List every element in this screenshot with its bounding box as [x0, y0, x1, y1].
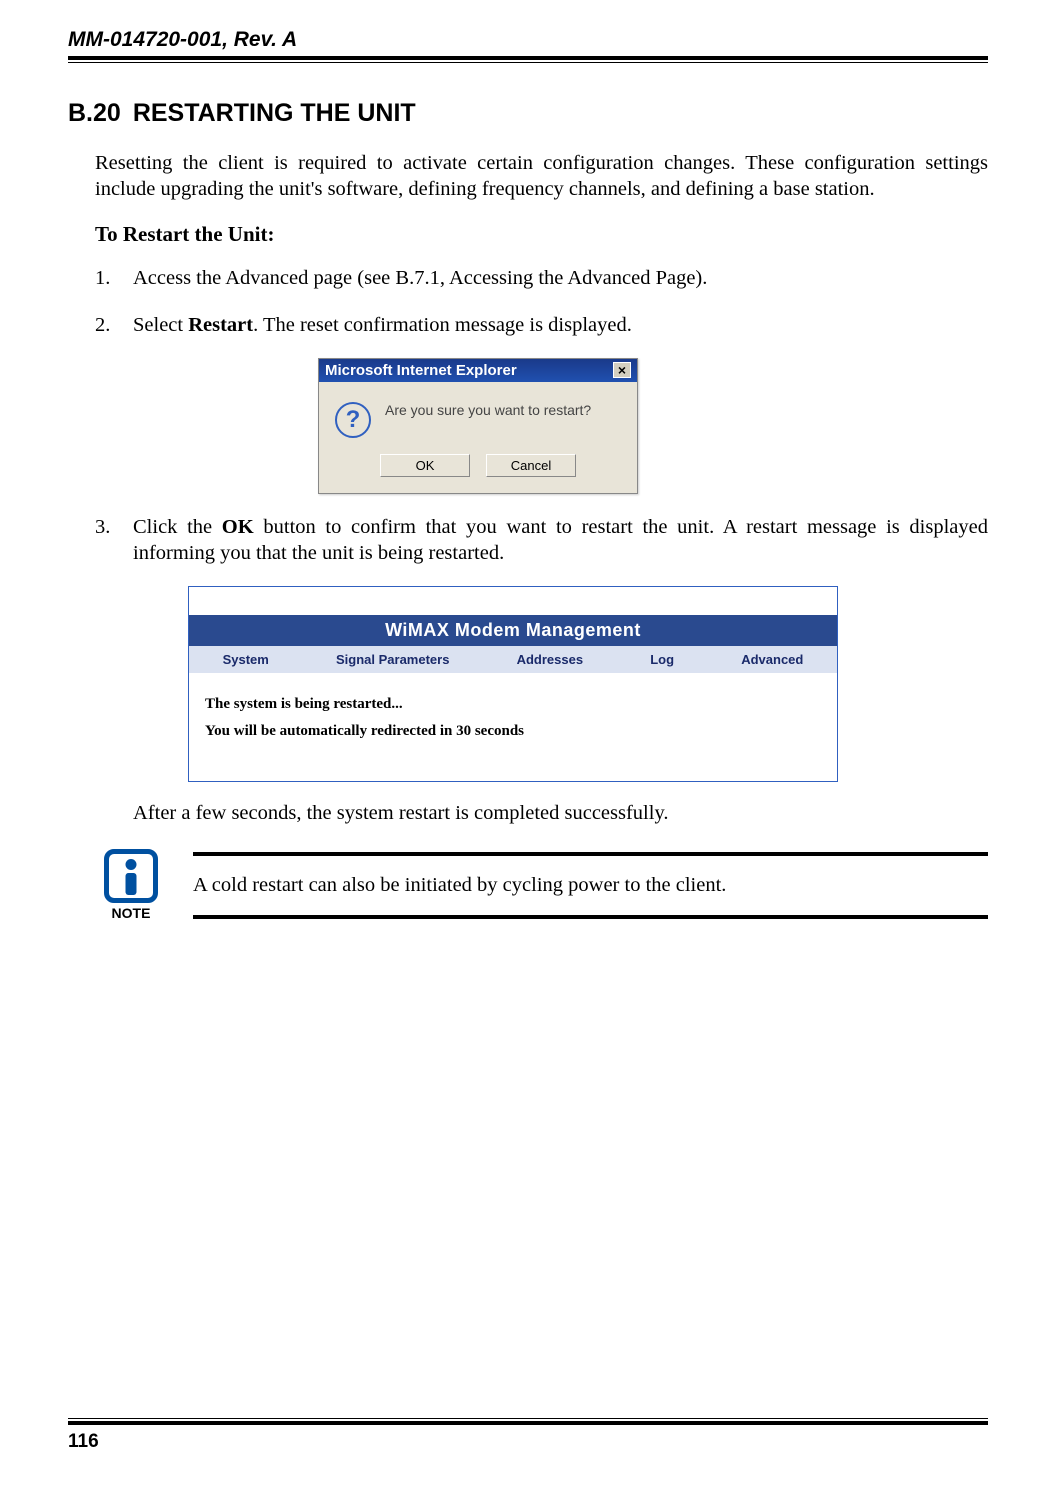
dialog-message: Are you sure you want to restart? [385, 402, 591, 418]
step-3: Click the OK button to confirm that you … [95, 514, 988, 566]
step-2-post: . The reset confirmation message is disp… [253, 314, 632, 336]
step-3-bold: OK [222, 516, 254, 538]
tab-advanced[interactable]: Advanced [741, 652, 803, 667]
cancel-button[interactable]: Cancel [486, 454, 576, 477]
mgmt-line-1: The system is being restarted... [205, 691, 821, 718]
procedure-list: Access the Advanced page (see B.7.1, Acc… [95, 265, 988, 337]
dialog-title-text: Microsoft Internet Explorer [325, 362, 517, 379]
tab-signal-parameters[interactable]: Signal Parameters [336, 652, 449, 667]
section-heading: B.20 RESTARTING THE UNIT [68, 99, 988, 128]
info-icon-dot [126, 859, 137, 870]
footer-rule-thin [68, 1418, 988, 1419]
mgmt-line-2: You will be automatically redirected in … [205, 718, 821, 745]
step-2-bold: Restart [188, 314, 253, 336]
footer-rule-thick [68, 1421, 988, 1425]
tab-system[interactable]: System [223, 652, 269, 667]
dialog-button-row: OK Cancel [319, 450, 637, 493]
confirm-dialog: Microsoft Internet Explorer × Are you su… [318, 358, 638, 494]
mgmt-body: The system is being restarted... You wil… [189, 673, 837, 781]
note-block: NOTE A cold restart can also be initiate… [95, 849, 988, 921]
tab-log[interactable]: Log [650, 652, 674, 667]
step-1-text: Access the Advanced page (see B.7.1, Acc… [133, 267, 707, 289]
info-icon [104, 849, 158, 903]
step-1: Access the Advanced page (see B.7.1, Acc… [95, 265, 988, 291]
document-id: MM-014720-001, Rev. A [68, 28, 988, 52]
dialog-titlebar: Microsoft Internet Explorer × [319, 359, 637, 382]
mgmt-top-gap [189, 587, 837, 615]
intro-paragraph: Resetting the client is required to acti… [95, 150, 988, 202]
after-restart-text: After a few seconds, the system restart … [133, 802, 988, 825]
step-3-post: button to confirm that you want to resta… [133, 516, 988, 564]
page-number: 116 [68, 1431, 988, 1453]
question-icon [335, 402, 371, 438]
note-text: A cold restart can also be initiated by … [193, 856, 988, 915]
dialog-body: Are you sure you want to restart? [319, 382, 637, 450]
header-rule-thin [68, 62, 988, 63]
section-title: RESTARTING THE UNIT [133, 99, 416, 128]
header-rule-thick [68, 56, 988, 60]
note-content: A cold restart can also be initiated by … [193, 852, 988, 919]
step-2: Select Restart. The reset confirmation m… [95, 312, 988, 338]
ok-button[interactable]: OK [380, 454, 470, 477]
note-icon-column: NOTE [95, 849, 167, 921]
note-rule-bottom [193, 915, 988, 919]
procedure-list-cont: Click the OK button to confirm that you … [95, 514, 988, 566]
step-3-pre: Click the [133, 516, 222, 538]
section-number: B.20 [68, 99, 121, 128]
mgmt-nav: System Signal Parameters Addresses Log A… [189, 646, 837, 673]
page-header: MM-014720-001, Rev. A [68, 0, 988, 63]
procedure-subheading: To Restart the Unit: [95, 222, 988, 247]
step-2-pre: Select [133, 314, 188, 336]
close-icon[interactable]: × [613, 362, 631, 378]
mgmt-title-bar: WiMAX Modem Management [189, 615, 837, 646]
tab-addresses[interactable]: Addresses [517, 652, 583, 667]
note-label: NOTE [95, 905, 167, 921]
info-icon-stem [126, 873, 137, 895]
page-footer: 116 [68, 1418, 988, 1453]
management-window: WiMAX Modem Management System Signal Par… [188, 586, 838, 782]
